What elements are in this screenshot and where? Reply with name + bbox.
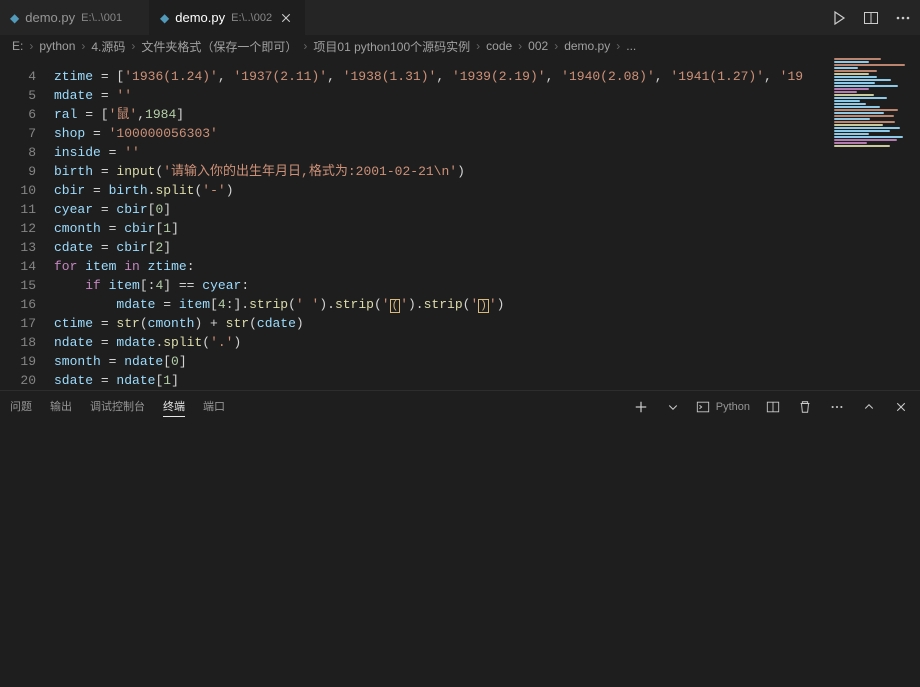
line-number: 6 — [0, 105, 36, 124]
panel-actions: Python — [632, 398, 910, 416]
python-file-icon: ◆ — [160, 11, 169, 25]
editor-tab[interactable]: ◆ demo.py E:\..\001 — [0, 0, 150, 35]
code-line[interactable]: sdate = ndate[1] — [54, 371, 920, 390]
tab-bar: ◆ demo.py E:\..\001 ◆ demo.py E:\..\002 — [0, 0, 920, 35]
panel-tab[interactable]: 终端 — [163, 398, 185, 417]
code-line[interactable]: cyear = cbir[0] — [54, 200, 920, 219]
line-number: 18 — [0, 333, 36, 352]
line-number-gutter: 4567891011121314151617181920 — [0, 57, 54, 390]
code-line[interactable]: mdate = '' — [54, 86, 920, 105]
line-number: 10 — [0, 181, 36, 200]
editor-tab[interactable]: ◆ demo.py E:\..\002 — [150, 0, 305, 35]
chevron-up-icon[interactable] — [860, 398, 878, 416]
line-number: 5 — [0, 86, 36, 105]
close-tab-icon[interactable] — [278, 10, 294, 26]
tab-filename: demo.py — [25, 10, 75, 25]
breadcrumb-separator: › — [614, 39, 622, 53]
code-line[interactable]: shop = '100000056303' — [54, 124, 920, 143]
breadcrumb-item[interactable]: demo.py — [564, 39, 610, 53]
breadcrumb-item[interactable]: 002 — [528, 39, 548, 53]
breadcrumb-item[interactable]: 项目01 python100个源码实例 — [313, 38, 470, 55]
code-line[interactable]: ctime = str(cmonth) + str(cdate) — [54, 314, 920, 333]
line-number: 20 — [0, 371, 36, 390]
chevron-down-icon[interactable] — [664, 398, 682, 416]
code-line[interactable]: ral = ['鼠',1984] — [54, 105, 920, 124]
breadcrumb-separator: › — [129, 39, 137, 53]
breadcrumb-item[interactable]: ... — [626, 39, 636, 53]
code-line[interactable]: cmonth = cbir[1] — [54, 219, 920, 238]
code-line[interactable]: mdate = item[4:].strip(' ').strip('(').s… — [54, 295, 920, 314]
panel-tab[interactable]: 输出 — [50, 398, 72, 416]
line-number: 17 — [0, 314, 36, 333]
minimap[interactable] — [830, 57, 918, 177]
line-number: 7 — [0, 124, 36, 143]
terminal-interpreter[interactable]: Python — [696, 400, 750, 414]
code-line[interactable]: cbir = birth.split('-') — [54, 181, 920, 200]
breadcrumb-item[interactable]: 4.源码 — [91, 38, 125, 55]
code-line[interactable]: for item in ztime: — [54, 257, 920, 276]
code-line[interactable]: ztime = ['1936(1.24)', '1937(2.11)', '19… — [54, 67, 920, 86]
code-line[interactable]: smonth = ndate[0] — [54, 352, 920, 371]
code-line[interactable]: ndate = mdate.split('.') — [54, 333, 920, 352]
more-actions-icon[interactable] — [894, 9, 912, 27]
tab-desc: E:\..\002 — [231, 12, 272, 24]
breadcrumb-separator: › — [79, 39, 87, 53]
panel-tab[interactable]: 问题 — [10, 398, 32, 416]
line-number: 9 — [0, 162, 36, 181]
code-line[interactable]: cdate = cbir[2] — [54, 238, 920, 257]
more-icon[interactable] — [828, 398, 846, 416]
breadcrumb-separator: › — [552, 39, 560, 53]
close-panel-icon[interactable] — [892, 398, 910, 416]
line-number: 12 — [0, 219, 36, 238]
split-editor-icon[interactable] — [862, 9, 880, 27]
line-number: 19 — [0, 352, 36, 371]
kill-terminal-icon[interactable] — [796, 398, 814, 416]
line-number: 4 — [0, 67, 36, 86]
breadcrumb-item[interactable]: python — [39, 39, 75, 53]
breadcrumb-root[interactable]: E: — [12, 39, 23, 53]
tab-desc: E:\..\001 — [81, 12, 122, 24]
line-number: 11 — [0, 200, 36, 219]
breadcrumb-item[interactable]: 文件夹格式（保存一个即可） — [141, 38, 297, 55]
line-number: 15 — [0, 276, 36, 295]
breadcrumb-item[interactable]: code — [486, 39, 512, 53]
breadcrumb-separator: › — [27, 39, 35, 53]
panel-tab[interactable]: 端口 — [203, 398, 225, 416]
terminal-interpreter-label: Python — [716, 401, 750, 413]
tab-actions — [822, 0, 920, 35]
python-file-icon: ◆ — [10, 11, 19, 25]
line-number: 14 — [0, 257, 36, 276]
code-line[interactable]: if item[:4] == cyear: — [54, 276, 920, 295]
line-number: 8 — [0, 143, 36, 162]
line-number: 13 — [0, 238, 36, 257]
code-line[interactable]: birth = input('请输入你的出生年月日,格式为:2001-02-21… — [54, 162, 920, 181]
tab-filename: demo.py — [175, 10, 225, 25]
line-number: 16 — [0, 295, 36, 314]
run-icon[interactable] — [830, 9, 848, 27]
panel-tab[interactable]: 调试控制台 — [90, 398, 145, 416]
split-terminal-icon[interactable] — [764, 398, 782, 416]
new-terminal-icon[interactable] — [632, 398, 650, 416]
bottom-panel: 问题输出调试控制台终端端口 Python — [0, 390, 920, 687]
breadcrumb-separator: › — [516, 39, 524, 53]
code-area[interactable]: ztime = ['1936(1.24)', '1937(2.11)', '19… — [54, 57, 920, 390]
editor[interactable]: 4567891011121314151617181920 ztime = ['1… — [0, 57, 920, 390]
panel-tabs: 问题输出调试控制台终端端口 Python — [0, 391, 920, 423]
breadcrumb-separator: › — [301, 39, 309, 53]
breadcrumb-separator: › — [474, 39, 482, 53]
code-line[interactable]: inside = '' — [54, 143, 920, 162]
terminal-body[interactable] — [0, 423, 920, 687]
breadcrumb: E: › python › 4.源码 › 文件夹格式（保存一个即可） › 项目01 pytho… — [0, 35, 920, 57]
